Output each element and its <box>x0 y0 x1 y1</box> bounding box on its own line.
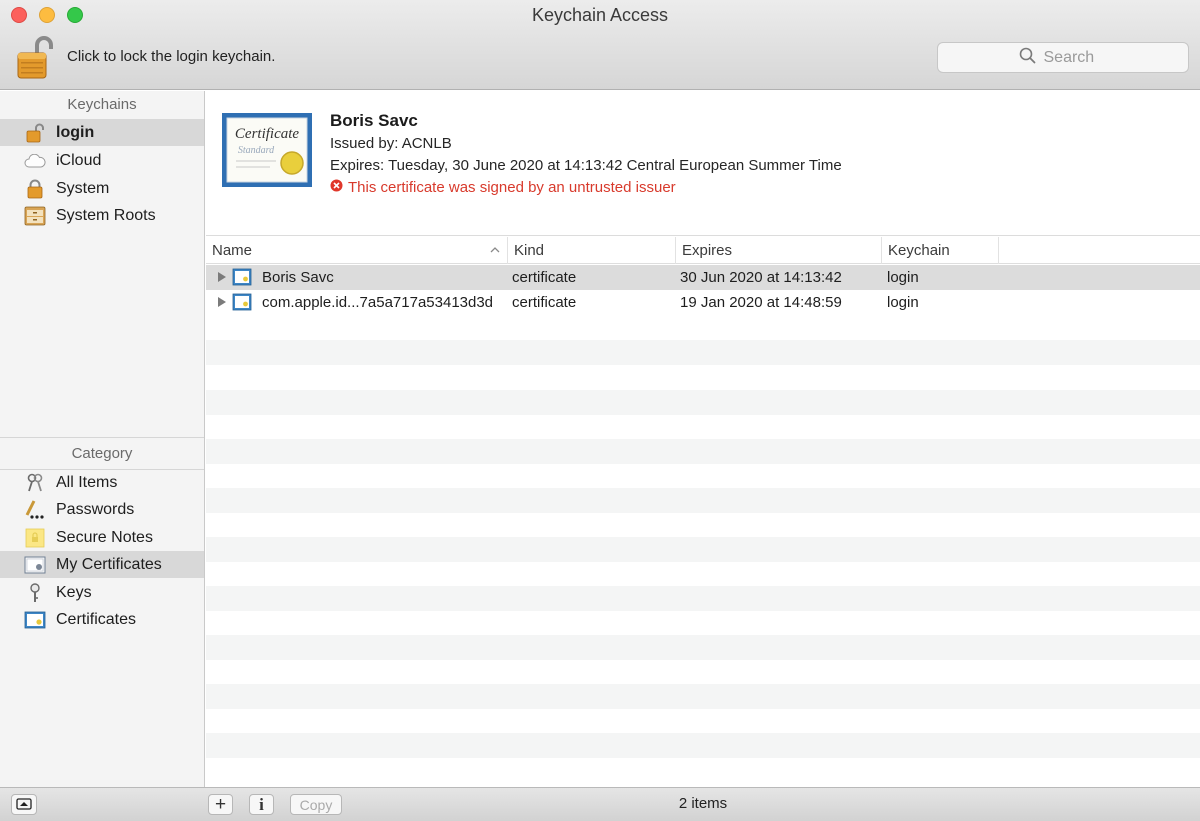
certificate-issuer: Issued by: ACNLB <box>330 135 452 152</box>
bottom-bar: + i Copy 2 items <box>0 787 1200 821</box>
sidebar-item-login[interactable]: login <box>0 119 204 146</box>
cell-keychain: login <box>887 269 919 286</box>
items-table: Name Kind Expires Keychain Boris Savc ce… <box>206 237 1200 787</box>
cell-expires: 19 Jan 2020 at 14:48:59 <box>680 294 842 311</box>
padlock-icon <box>24 178 46 200</box>
unlocked-padlock-icon <box>24 122 46 144</box>
sidebar-item-icloud[interactable]: iCloud <box>0 147 204 174</box>
my-certificate-icon <box>24 554 46 576</box>
sidebar-item-label: System <box>56 179 110 197</box>
lock-keychain-label[interactable]: Click to lock the login keychain. <box>67 48 275 65</box>
table-row[interactable]: Boris Savc certificate 30 Jun 2020 at 14… <box>206 265 1200 290</box>
disclosure-triangle-icon[interactable] <box>215 295 229 309</box>
keys-icon <box>24 472 46 494</box>
sidebar-item-label: Secure Notes <box>56 528 153 546</box>
cell-kind: certificate <box>512 269 577 286</box>
sidebar-item-system-roots[interactable]: System Roots <box>0 202 204 229</box>
password-pen-icon <box>24 499 46 521</box>
empty-row <box>206 439 1200 464</box>
search-field[interactable] <box>937 42 1189 73</box>
certificate-badge-icon: Certificate Standard <box>222 113 312 187</box>
column-header-kind[interactable]: Kind <box>508 237 676 264</box>
sidebar-item-label: System Roots <box>56 206 156 224</box>
sidebar-item-label: Certificates <box>56 610 137 628</box>
empty-row <box>206 684 1200 709</box>
window-toolbar: Keychain Access Click to lock the login … <box>0 0 1200 90</box>
sidebar-item-all-items[interactable]: All Items <box>0 469 204 496</box>
sidebar-divider <box>0 437 204 438</box>
category-header: Category <box>71 445 133 462</box>
table-row[interactable]: com.apple.id...7a5a717a53413d3d certific… <box>206 290 1200 315</box>
cell-name: Boris Savc <box>262 269 334 286</box>
sidebar-item-label: iCloud <box>56 151 102 169</box>
sidebar-item-my-certificates[interactable]: My Certificates <box>0 551 204 578</box>
column-label: Kind <box>514 242 545 259</box>
sidebar-item-label: My Certificates <box>56 555 162 573</box>
sidebar-item-passwords[interactable]: Passwords <box>0 496 204 523</box>
item-count-status: 2 items <box>678 795 728 812</box>
search-icon <box>1019 47 1036 69</box>
toggle-sidebar-button[interactable] <box>11 794 37 815</box>
column-header-name[interactable]: Name <box>206 237 508 264</box>
cabinet-icon <box>24 205 46 227</box>
sidebar-item-system[interactable]: System <box>0 175 204 202</box>
sidebar-item-certificates[interactable]: Certificates <box>0 606 204 633</box>
empty-row <box>206 340 1200 365</box>
empty-row <box>206 635 1200 660</box>
sort-ascending-icon <box>489 243 501 260</box>
certificate-icon <box>232 268 252 286</box>
cell-keychain: login <box>887 294 919 311</box>
column-label: Keychain <box>888 242 950 259</box>
sidebar-item-label: Keys <box>56 583 92 601</box>
unlocked-padlock-icon[interactable] <box>15 34 55 80</box>
note-icon <box>24 527 46 549</box>
window-title: Keychain Access <box>531 5 669 25</box>
sidebar-item-label: All Items <box>56 473 118 491</box>
certificate-expiry: Expires: Tuesday, 30 June 2020 at 14:13:… <box>330 157 842 174</box>
empty-row <box>206 537 1200 562</box>
certificate-badge-title: Certificate <box>235 126 299 142</box>
certificate-detail-panel: Certificate Standard Boris Savc Issued b… <box>206 91 1200 236</box>
disclosure-triangle-icon[interactable] <box>215 270 229 284</box>
keychains-header: Keychains <box>67 96 137 113</box>
cloud-icon <box>24 150 46 172</box>
sidebar-item-secure-notes[interactable]: Secure Notes <box>0 524 204 551</box>
sidebar-item-label: Passwords <box>56 500 135 518</box>
search-input[interactable] <box>1043 48 1108 67</box>
table-header: Name Kind Expires Keychain <box>206 237 1200 264</box>
cell-name: com.apple.id...7a5a717a53413d3d <box>262 294 494 311</box>
column-label: Expires <box>682 242 733 259</box>
certificate-badge-subtitle: Standard <box>238 145 275 156</box>
certificate-name: Boris Savc <box>330 111 418 130</box>
sidebar: Keychains login iCloud System System Roo… <box>0 91 205 787</box>
error-icon <box>330 179 343 196</box>
certificate-icon <box>232 293 252 311</box>
cell-kind: certificate <box>512 294 577 311</box>
column-label: Name <box>212 242 253 259</box>
key-icon <box>24 582 46 604</box>
empty-row <box>206 488 1200 513</box>
sidebar-toggle-icon <box>16 797 32 813</box>
empty-row <box>206 390 1200 415</box>
column-header-expires[interactable]: Expires <box>676 237 882 264</box>
empty-row <box>206 586 1200 611</box>
cell-expires: 30 Jun 2020 at 14:13:42 <box>680 269 842 286</box>
column-header-keychain[interactable]: Keychain <box>882 237 999 264</box>
warning-text: This certificate was signed by an untrus… <box>348 179 676 196</box>
certificate-icon <box>24 609 46 631</box>
sidebar-item-keys[interactable]: Keys <box>0 579 204 606</box>
sidebar-item-label: login <box>56 123 95 141</box>
untrusted-warning: This certificate was signed by an untrus… <box>330 179 676 196</box>
empty-row <box>206 733 1200 758</box>
